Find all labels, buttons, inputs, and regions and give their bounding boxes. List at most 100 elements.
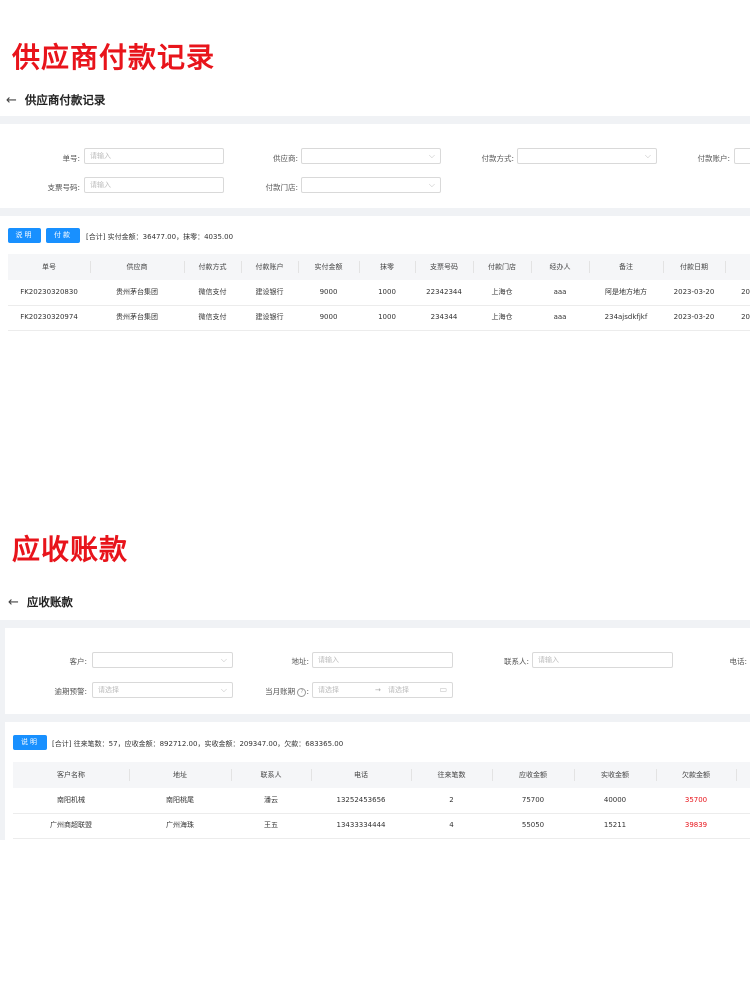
- cheque-input[interactable]: 请输入: [84, 177, 224, 193]
- cell-operator: aaa: [553, 313, 567, 321]
- explain-button[interactable]: 说明: [13, 735, 47, 750]
- order-no-label: 单号:: [62, 154, 80, 163]
- summary-text: [合计] 实付金额：36477.00，抹零：4035.00: [86, 233, 234, 241]
- period-end: 请选择: [388, 686, 409, 694]
- section-banner-payments: 供应商付款记录: [12, 41, 216, 74]
- column-header: 客户名称: [57, 771, 85, 779]
- pay-method-label: 付款方式:: [481, 154, 514, 163]
- supplier-label: 供应商:: [272, 154, 298, 163]
- column-header: 联系人: [260, 771, 282, 779]
- cell-address: 南阳桃尾: [166, 796, 194, 804]
- divider-band: [0, 208, 750, 216]
- pay-store-select[interactable]: ⌵: [301, 177, 441, 193]
- cell-pay-method: 微信支付: [198, 288, 227, 296]
- cell-supplier: 贵州茅台集团: [116, 313, 158, 321]
- cell-debt: 35700: [684, 796, 708, 804]
- column-header: 实收金额: [601, 771, 629, 779]
- cell-store: 上海仓: [491, 288, 513, 296]
- divider-band: [0, 116, 750, 124]
- cheque-label: 支票号码:: [47, 183, 80, 192]
- period-range-picker[interactable]: 请选择 → 请选择 ▭: [312, 682, 453, 698]
- cell-store: 上海仓: [491, 313, 513, 321]
- cell-overflow: 20: [741, 288, 750, 296]
- column-header: 单号: [42, 263, 56, 271]
- range-arrow-icon: →: [375, 686, 381, 694]
- overdue-select[interactable]: 请选择 ⌵: [92, 682, 233, 698]
- contact-input[interactable]: 请输入: [532, 652, 673, 668]
- cell-received: 40000: [603, 796, 627, 804]
- cell-pay-account: 建设银行: [255, 288, 284, 296]
- cell-cheque: 22342344: [426, 288, 462, 296]
- cell-count: 2: [449, 796, 454, 804]
- cell-supplier: 贵州茅台集团: [116, 288, 158, 296]
- cell-remark: 阿是地方地方: [605, 288, 647, 296]
- cell-contact: 潘云: [264, 796, 278, 804]
- table-header: 客户名称 地址 联系人 电话 往来笔数 应收金额 实收金额 欠款金额: [13, 762, 750, 788]
- help-icon[interactable]: ?: [297, 687, 307, 697]
- cell-receivable: 75700: [521, 796, 545, 804]
- pay-store-label: 付款门店:: [265, 183, 298, 192]
- column-header: 地址: [173, 771, 187, 779]
- address-input[interactable]: 请输入: [312, 652, 453, 668]
- phone-label: 电话:: [729, 657, 747, 666]
- cell-remark: 234ajsdkfjkf: [604, 313, 648, 321]
- overdue-placeholder: 请选择: [98, 686, 119, 694]
- cell-order-no: FK20230320974: [20, 313, 78, 321]
- column-header: 备注: [619, 263, 633, 271]
- back-arrow-icon[interactable]: ←: [8, 595, 19, 610]
- column-header: 付款账户: [255, 263, 284, 271]
- page-title: 应收账款: [26, 595, 73, 609]
- cell-phone: 13252453656: [336, 796, 386, 804]
- column-header: 付款门店: [488, 263, 516, 271]
- cell-contact: 王五: [264, 821, 278, 829]
- table-row[interactable]: FK20230320974 贵州茅台集团 微信支付 建设银行 9000 1000…: [8, 305, 750, 331]
- table-row[interactable]: 南阳机械 南阳桃尾 潘云 13252453656 2 75700 40000 3…: [13, 788, 750, 814]
- cell-customer: 广州商超联盟: [50, 821, 92, 829]
- chevron-down-icon: ⌵: [428, 180, 435, 189]
- customer-label: 客户:: [69, 657, 87, 666]
- page-title: 供应商付款记录: [24, 93, 106, 107]
- column-header: 抹零: [380, 263, 394, 271]
- section-banner-receivables: 应收账款: [12, 533, 129, 566]
- filter-panel: 客户: ⌵ 地址: 请输入 联系人: 请输入 电话: 逾期预警: 请选择 ⌵ 当月…: [5, 628, 750, 714]
- pay-account-select[interactable]: [734, 148, 750, 164]
- cell-overflow: 20: [741, 313, 750, 321]
- cell-debt: 39839: [684, 821, 708, 829]
- cell-received: 15211: [603, 821, 627, 829]
- cell-customer: 南阳机械: [57, 796, 85, 804]
- cell-pay-account: 建设银行: [255, 313, 284, 321]
- cell-pay-method: 微信支付: [198, 313, 227, 321]
- cell-pay-date: 2023-03-20: [673, 288, 715, 296]
- period-label: 当月账期 ?:: [265, 687, 309, 697]
- period-start: 请选择: [318, 686, 339, 694]
- table-row[interactable]: FK20230320830 贵州茅台集团 微信支付 建设银行 9000 1000…: [8, 280, 750, 306]
- column-header: 付款日期: [680, 263, 708, 271]
- column-header: 支票号码: [430, 263, 458, 271]
- chevron-down-icon: ⌵: [220, 685, 227, 694]
- customer-select[interactable]: ⌵: [92, 652, 233, 668]
- column-header: 实付金额: [314, 263, 343, 271]
- contact-label: 联系人:: [503, 657, 529, 666]
- supplier-select[interactable]: ⌵: [301, 148, 441, 164]
- explain-button[interactable]: 说明: [8, 228, 41, 243]
- pay-account-label: 付款账户:: [697, 154, 730, 163]
- filter-panel: 单号: 请输入 供应商: ⌵ 付款方式: ⌵ 付款账户: 支票号码: 请输入 付…: [0, 124, 750, 208]
- calendar-icon: ▭: [439, 685, 447, 694]
- cell-cheque: 234344: [430, 313, 458, 321]
- back-arrow-icon[interactable]: ←: [6, 93, 17, 108]
- cell-operator: aaa: [553, 288, 567, 296]
- summary-text: [合计] 往来笔数：57，应收金额：892712.00，实收金额：209347.…: [52, 740, 344, 748]
- pay-method-select[interactable]: ⌵: [517, 148, 657, 164]
- column-header: 欠款金额: [682, 771, 710, 779]
- cell-rounding: 1000: [378, 313, 396, 321]
- overdue-label: 逾期预警:: [54, 687, 87, 696]
- column-header: 付款方式: [198, 263, 227, 271]
- chevron-down-icon: ⌵: [644, 151, 651, 160]
- order-no-input[interactable]: 请输入: [84, 148, 224, 164]
- cell-paid-amount: 9000: [319, 313, 338, 321]
- column-header: 应收金额: [519, 771, 547, 779]
- table-row[interactable]: 广州商超联盟 广州海珠 王五 13433334444 4 55050 15211…: [13, 813, 750, 839]
- pay-button[interactable]: 付款: [46, 228, 80, 243]
- cell-address: 广州海珠: [166, 821, 194, 829]
- page-header: ← 应收账款: [8, 590, 750, 614]
